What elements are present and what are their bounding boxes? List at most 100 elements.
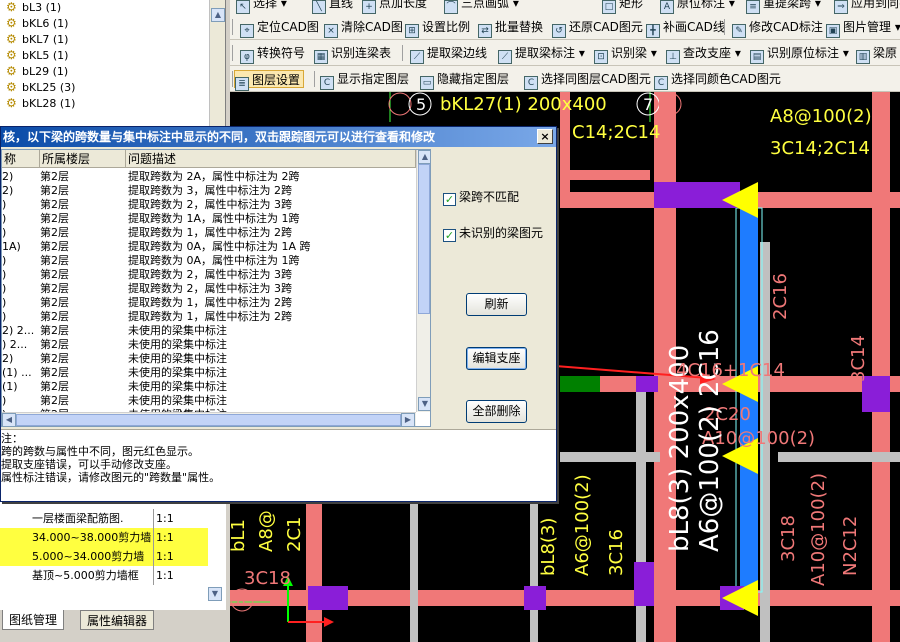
table-row[interactable]: 2) 第2层 提取跨数为 3，属性中标注为 2跨 — [2, 184, 416, 198]
scroll-right-icon[interactable]: ▶ — [401, 413, 415, 426]
draw-cad-line-button[interactable]: ╋ 补画CAD线 — [646, 18, 725, 38]
table-row[interactable]: (1) ... 第2层 未使用的梁集中标注 — [2, 366, 416, 380]
support[interactable] — [634, 562, 654, 606]
table-row[interactable]: 2) 第2层 提取跨数为 2A，属性中标注为 2跨 — [2, 170, 416, 184]
drawing-row[interactable]: 基顶~5.000剪力墙框 1:1 — [0, 566, 208, 585]
beam-annotation: N2C12 — [840, 516, 861, 576]
table-row[interactable]: ) 第2层 提取跨数为 1，属性中标注为 2跨 — [2, 296, 416, 310]
tab-drawing-manage[interactable]: 图纸管理 — [2, 610, 65, 630]
rectangle-button[interactable]: □ 矩形 — [602, 0, 643, 14]
axis-bubble — [388, 92, 412, 116]
beam-gray[interactable] — [778, 452, 900, 462]
extract-beam-annotation-button[interactable]: ⟋ 提取梁标注 ▾ — [498, 44, 585, 64]
drawing-row[interactable]: 一层楼面梁配筋图. 1:1 — [0, 509, 208, 528]
check-support-button[interactable]: ⊥ 查改支座 ▾ — [666, 44, 741, 64]
table-row[interactable]: ) 第2层 提取跨数为 0A，属性中标注为 1跨 — [2, 254, 416, 268]
support[interactable] — [636, 376, 658, 392]
tree-item[interactable]: ⚙ bL29 (1) — [0, 64, 225, 80]
select-same-color-button[interactable]: C 选择同颜色CAD图元 — [654, 70, 781, 90]
drawing-row[interactable]: 5.000~34.000剪力墙 1:1 — [0, 547, 208, 566]
delete-all-button[interactable]: 全部删除 — [466, 400, 527, 423]
column-name[interactable]: 称 — [2, 150, 40, 168]
hide-layer-button[interactable]: ▭ 隐藏指定图层 — [420, 70, 509, 90]
scroll-down-icon[interactable]: ▼ — [418, 397, 430, 411]
table-row[interactable]: ) 2... 第2层 未使用的梁集中标注 — [2, 338, 416, 352]
image-manage-button[interactable]: ▣ 图片管理 ▾ — [826, 18, 900, 38]
convert-symbol-button[interactable]: φ 转换符号 — [240, 44, 305, 64]
tab-property-editor[interactable]: 属性编辑器 — [80, 610, 155, 630]
table-horizontal-scrollbar[interactable]: ◀ ▶ — [2, 412, 416, 426]
scroll-down-icon[interactable]: ▼ — [208, 587, 222, 601]
table-vertical-scrollbar[interactable]: ▲ ▼ — [416, 150, 430, 412]
component-tree[interactable]: ⚙ bL3 (1) ⚙ bKL6 (1) ⚙ bKL7 (1) ⚙ bKL5 (1) ⚙… — [0, 0, 226, 130]
tree-item[interactable]: ⚙ bKL25 (3) — [0, 80, 225, 96]
apply-same-name-button[interactable]: ⇒应用到同名梁 — [834, 0, 900, 14]
recognize-link-beam-table-button[interactable]: ▦ 识别连梁表 — [314, 44, 391, 64]
tree-item[interactable]: ⚙ bL3 (1) — [0, 0, 225, 16]
support[interactable] — [654, 182, 740, 208]
row-name: ) — [2, 296, 7, 309]
table-header: 称 所属楼层 问题描述 — [2, 150, 416, 168]
locate-cad-button[interactable]: ⌖ 定位CAD图 — [240, 18, 319, 38]
table-row[interactable]: ) 第2层 提取跨数为 2，属性中标注为 3跨 — [2, 268, 416, 282]
select-same-layer-button[interactable]: C 选择同图层CAD图元 — [524, 70, 651, 90]
table-row[interactable]: ) 第2层 提取跨数为 1，属性中标注为 2跨 — [2, 226, 416, 240]
batch-replace-button[interactable]: ⇄ 批量替换 — [478, 18, 543, 38]
table-row[interactable]: ) 第2层 提取跨数为 2，属性中标注为 3跨 — [2, 282, 416, 296]
select-button[interactable]: ↖ 选择 ▾ — [236, 0, 287, 14]
tree-item[interactable]: ⚙ bKL5 (1) — [0, 48, 225, 64]
beam-annotation: 3C18 — [244, 568, 291, 589]
restore-cad-button[interactable]: ↺ 还原CAD图元 — [552, 18, 643, 38]
clear-cad-button[interactable]: × 清除CAD图 — [324, 18, 403, 38]
layer-icon: ≣ — [235, 77, 249, 91]
scroll-left-icon[interactable]: ◀ — [2, 413, 16, 426]
point-length-button[interactable]: + 点加长度 — [362, 0, 427, 14]
column-floor[interactable]: 所属楼层 — [40, 150, 126, 168]
set-scale-button[interactable]: ⊞ 设置比例 — [405, 18, 470, 38]
table-row[interactable]: ) 第2层 提取跨数为 2，属性中标注为 3跨 — [2, 198, 416, 212]
unrecognized-beam-checkbox[interactable]: ✓ 未识别的梁图元 — [443, 225, 543, 242]
extract-beam-edge-button[interactable]: ⟋ 提取梁边线 — [410, 44, 487, 64]
table-row[interactable]: 1A) 第2层 提取跨数为 0A，属性中标注为 1A 跨 — [2, 240, 416, 254]
tree-item[interactable]: ⚙ bKL7 (1) — [0, 32, 225, 48]
table-row[interactable]: 2) 2... 第2层 未使用的梁集中标注 — [2, 324, 416, 338]
support[interactable] — [524, 586, 546, 610]
span-mismatch-checkbox[interactable]: ✓ 梁跨不匹配 — [443, 189, 519, 206]
column-description[interactable]: 问题描述 — [126, 150, 416, 168]
table-row[interactable]: ) 第2层 提取跨数为 1，属性中标注为 2跨 — [2, 310, 416, 324]
refresh-button[interactable]: 刷新 — [466, 293, 527, 316]
layer-settings-button[interactable]: ≣ 图层设置 — [234, 70, 305, 91]
beam-gray[interactable] — [560, 452, 660, 462]
arc-button[interactable]: ⌒ 三点画弧 ▾ — [444, 0, 519, 14]
show-layer-button[interactable]: C 显示指定图层 — [320, 70, 409, 90]
in-situ-annotation-button[interactable]: A 原位标注 ▾ — [660, 0, 735, 14]
locate-icon: ⌖ — [240, 24, 254, 38]
toolbar-separator — [402, 45, 403, 61]
scroll-up-icon[interactable]: ▲ — [211, 8, 225, 22]
recognize-beam-button[interactable]: ⊡ 识别梁 ▾ — [594, 44, 657, 64]
close-button[interactable]: × — [537, 129, 553, 144]
table-row[interactable]: 2) 第2层 未使用的梁集中标注 — [2, 352, 416, 366]
table-row[interactable]: ) 第2层 提取跨数为 1A，属性中标注为 1跨 — [2, 212, 416, 226]
scroll-thumb[interactable] — [418, 164, 430, 314]
scroll-thumb[interactable] — [16, 414, 401, 426]
scroll-up-icon[interactable]: ▲ — [418, 150, 430, 164]
re-extract-span-button[interactable]: ≡ 重提梁跨 ▾ — [746, 0, 821, 14]
row-description: 未使用的梁集中标注 — [128, 394, 227, 407]
drawing-row[interactable]: 34.000~38.000剪力墙 1:1 — [0, 528, 208, 547]
support[interactable] — [308, 586, 348, 610]
table-row[interactable]: (1) 第2层 未使用的梁集中标注 — [2, 380, 416, 394]
table-row[interactable]: ) 第2层 未使用的梁集中标注 — [2, 394, 416, 408]
edit-support-button[interactable]: 编辑支座 — [466, 347, 527, 370]
beam-vertical[interactable] — [872, 92, 890, 642]
tree-scrollbar[interactable]: ▲ — [209, 0, 225, 130]
cad-select-layer-icon: C — [524, 76, 538, 90]
beam-horizontal[interactable] — [560, 170, 650, 180]
modify-cad-annotation-button[interactable]: ✎ 修改CAD标注 — [732, 18, 823, 38]
support-green[interactable] — [560, 376, 600, 392]
line-button[interactable]: ╲ 直线 — [312, 0, 353, 14]
beam-in-situ-button[interactable]: ▥ 梁原 — [856, 44, 897, 64]
tree-item[interactable]: ⚙ bKL28 (1) — [0, 96, 225, 112]
recognize-in-situ-button[interactable]: ▤ 识别原位标注 ▾ — [750, 44, 849, 64]
tree-item[interactable]: ⚙ bKL6 (1) — [0, 16, 225, 32]
